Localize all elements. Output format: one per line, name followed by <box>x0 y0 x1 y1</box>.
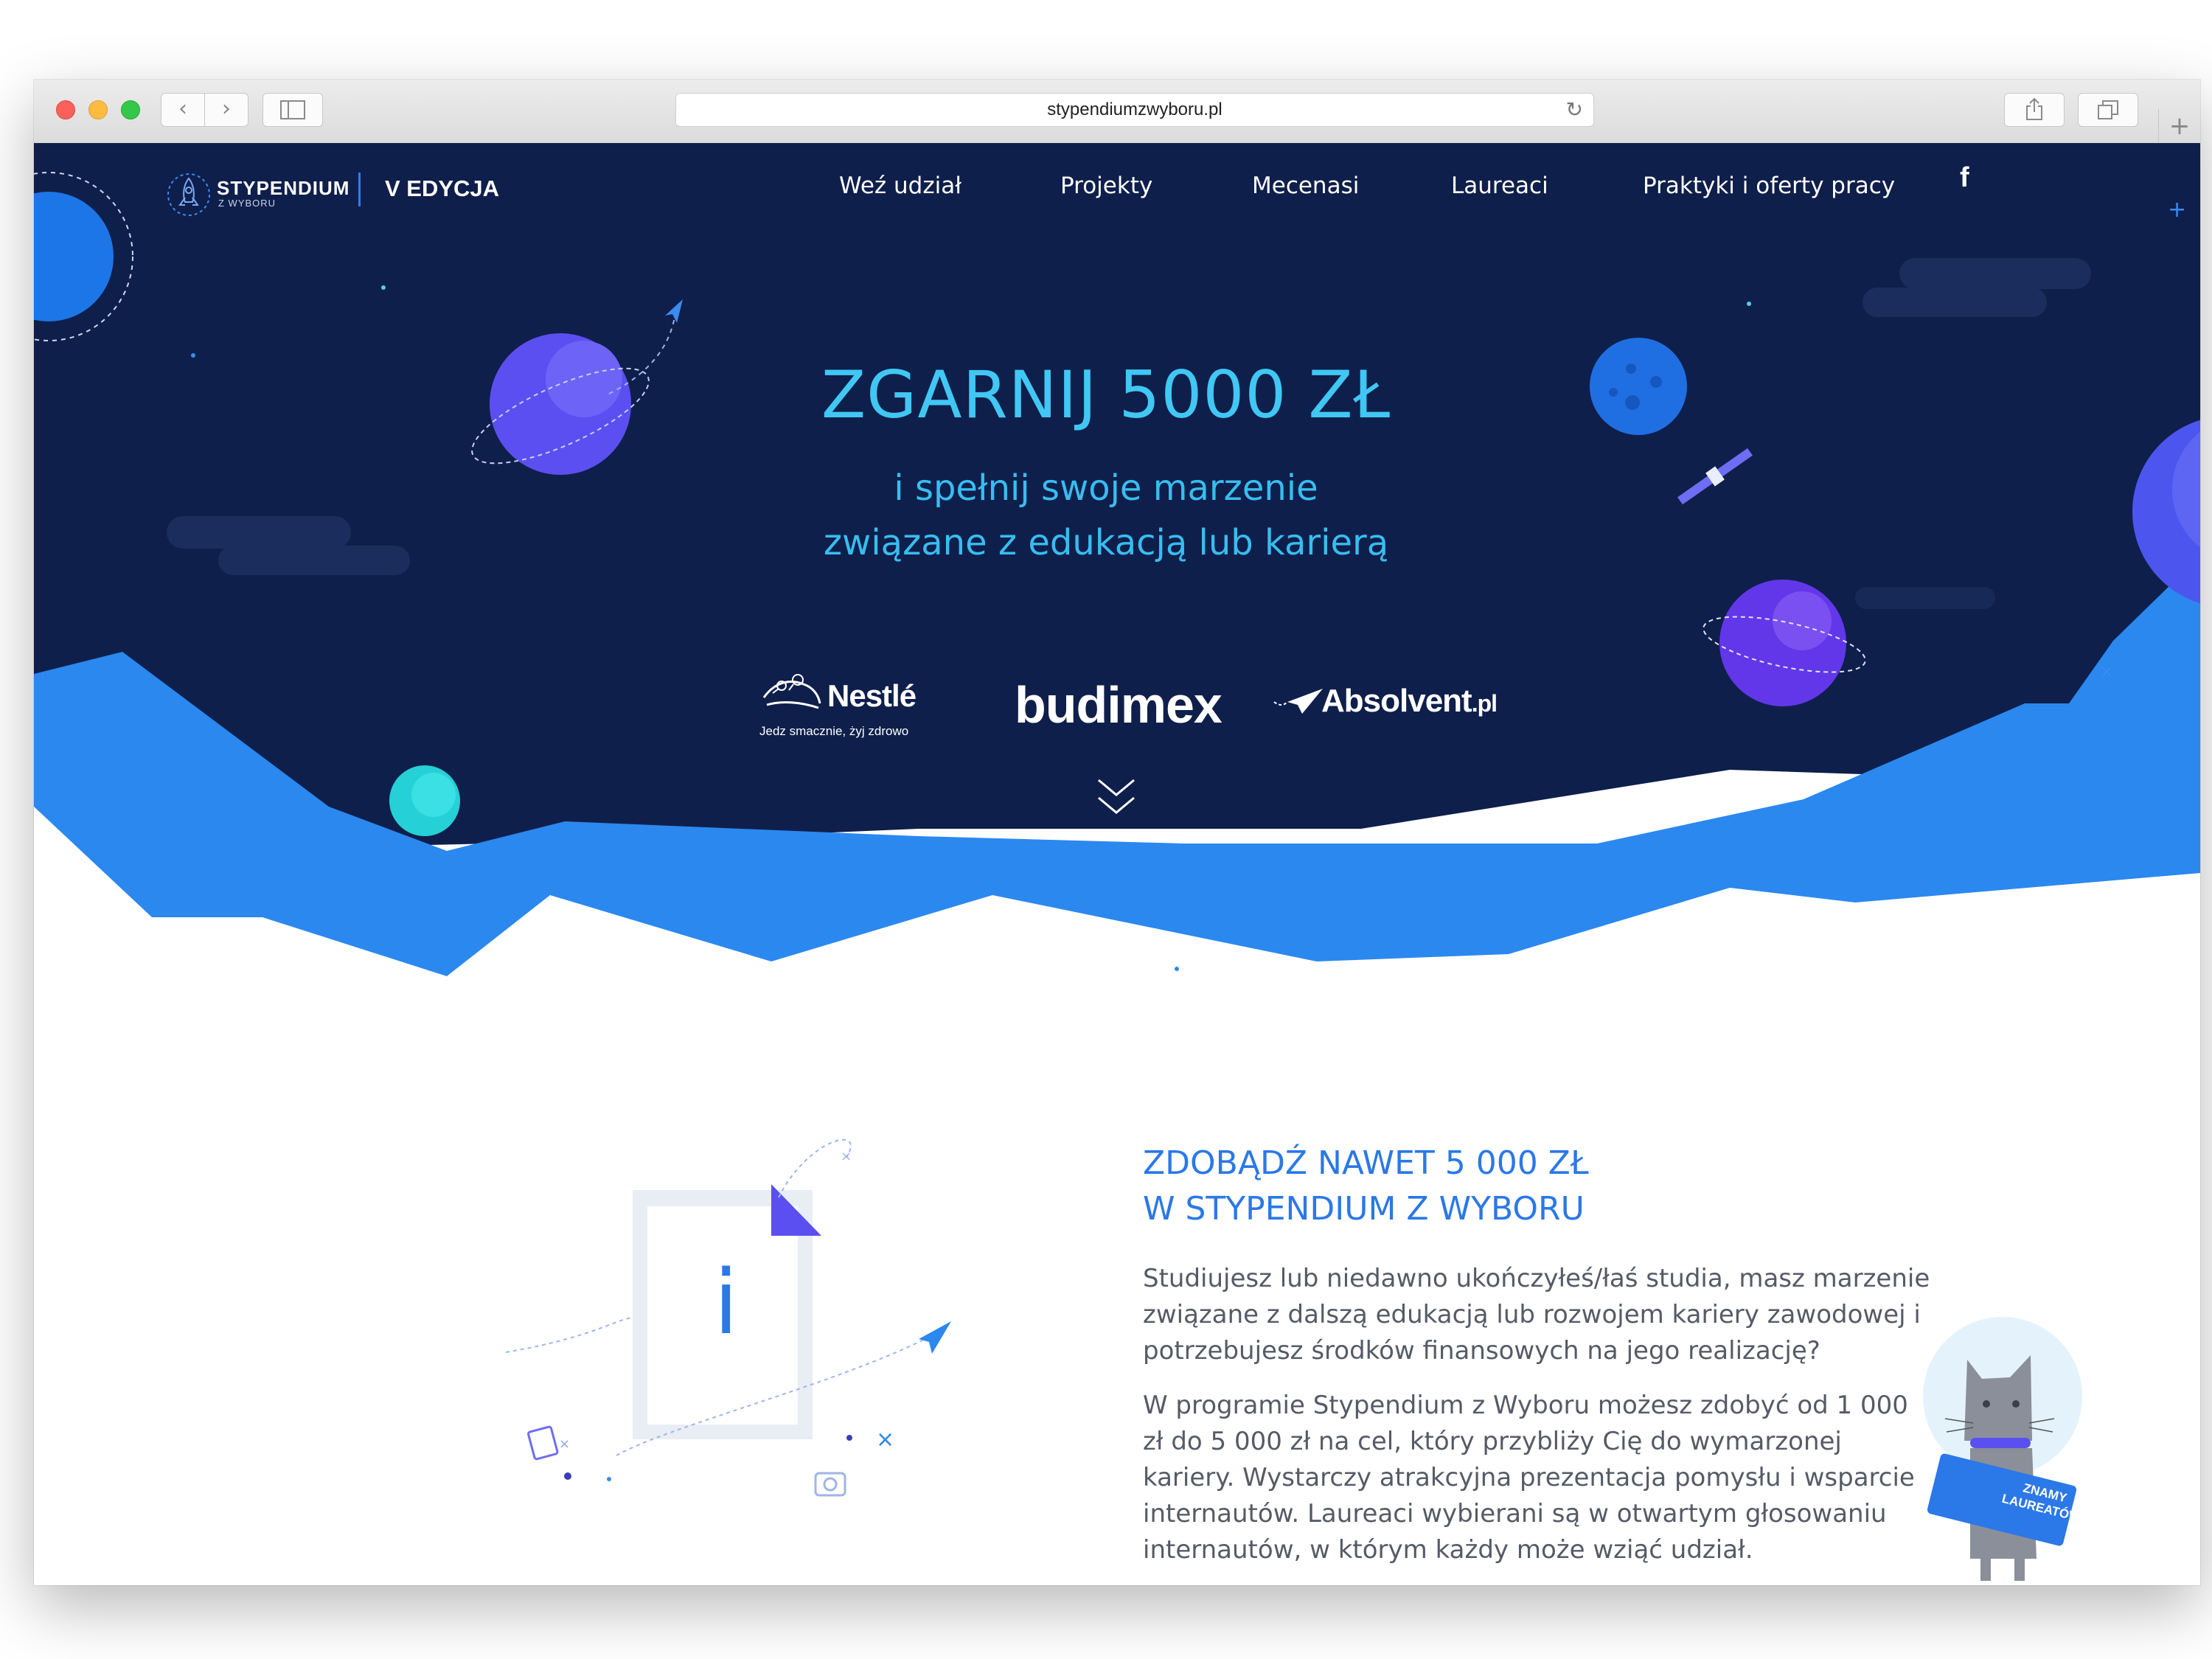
nav-item-laureaci[interactable]: Laureaci <box>1451 173 1548 199</box>
share-icon <box>2026 97 2042 120</box>
nav-item-projekty[interactable]: Projekty <box>1060 173 1152 199</box>
reload-icon[interactable]: ↻ <box>1566 94 1583 126</box>
orbit-trail-bottom <box>505 1317 633 1353</box>
sponsor-nestle[interactable]: Nestlé <box>827 678 917 714</box>
forward-button[interactable]: › <box>204 93 248 127</box>
logo-text[interactable]: STYPENDIUM <box>217 177 349 200</box>
absolvent-name: Absolvent <box>1321 683 1472 719</box>
cross-mark: × <box>841 1149 852 1164</box>
section-title-line-2: W STYPENDIUM Z WYBORU <box>1143 1190 1585 1228</box>
close-window-button[interactable] <box>56 100 75 119</box>
info-paragraph-2: W programie Stypendium z Wyboru możesz z… <box>1143 1391 1915 1565</box>
tab-overview-button[interactable] <box>2078 93 2138 127</box>
browser-window: ‹ › stypendiumzwyboru.pl ↻ + + × × × × S… <box>34 80 2200 1585</box>
share-button[interactable] <box>2004 93 2065 127</box>
web-page: + × × × × STYPENDIUM Z WYBORU V EDYCJA W… <box>34 143 2200 1585</box>
sponsor-absolvent[interactable]: Absolvent.pl <box>1321 683 1498 720</box>
chevron-left-icon: ‹ <box>178 96 187 122</box>
nav-item-praktyki[interactable]: Praktyki i oferty pracy <box>1643 173 1895 199</box>
notebook-icon <box>527 1425 559 1461</box>
nestle-tagline: Jedz smacznie, żyj zdrowo <box>759 724 909 738</box>
info-paragraph-1: Studiujesz lub niedawno ukończyłeś/łaś s… <box>1143 1264 1930 1366</box>
cloud-right <box>1899 258 2091 289</box>
cross-mark: × <box>876 1427 894 1453</box>
hero-subline-2: związane z edukacją lub karierą <box>823 522 1389 563</box>
hero-headline: ZGARNIJ 5000 ZŁ <box>821 357 1391 433</box>
cross-mark: × <box>559 1436 570 1452</box>
nestle-nest-icon <box>762 674 821 709</box>
dot <box>607 1477 611 1481</box>
info-letter-icon: i <box>714 1252 739 1354</box>
browser-toolbar: ‹ › stypendiumzwyboru.pl ↻ + <box>34 80 2200 144</box>
camera-icon <box>814 1472 846 1497</box>
sidebar-toggle-button[interactable] <box>262 93 323 127</box>
new-tab-button[interactable]: + <box>2158 109 2200 143</box>
dot <box>846 1435 852 1441</box>
chevron-right-icon: › <box>222 96 231 122</box>
logo-subtext: Z WYBORU <box>218 198 276 209</box>
dot <box>564 1472 571 1480</box>
section-title-line-1: ZDOBĄDŹ NAWET 5 000 ZŁ <box>1143 1144 1589 1182</box>
rocket-logo-icon <box>167 173 210 216</box>
logo-divider <box>358 173 361 206</box>
url-text: stypendiumzwyboru.pl <box>1047 100 1222 119</box>
zoom-window-button[interactable] <box>121 100 140 119</box>
plus-icon: + <box>2168 111 2191 141</box>
cloud-right-small <box>1855 587 1995 609</box>
sidebar-icon <box>280 100 305 119</box>
back-button[interactable]: ‹ <box>161 93 205 127</box>
sponsor-budimex[interactable]: budimex <box>1015 675 1222 734</box>
scroll-down-chevron-icon[interactable] <box>1096 776 1137 820</box>
tabs-icon <box>2098 100 2118 119</box>
absolvent-suffix: .pl <box>1471 690 1498 717</box>
hero-subline-1: i spełnij swoje marzenie <box>894 467 1318 509</box>
star <box>1747 302 1751 306</box>
star <box>1175 967 1179 971</box>
star-cross: + <box>2168 197 2186 223</box>
star <box>381 285 386 290</box>
minimize-window-button[interactable] <box>88 100 108 119</box>
nav-item-mecenasi[interactable]: Mecenasi <box>1252 173 1359 199</box>
absolvent-plane-icon <box>1273 689 1323 714</box>
camera-lens <box>823 1477 838 1492</box>
teal-planet-highlight <box>411 773 456 817</box>
cat-astronaut-mascot[interactable] <box>1899 1315 2150 1585</box>
edition-label: V EDYCJA <box>385 175 500 201</box>
nav-item-wez-udzial[interactable]: Weź udział <box>839 173 961 199</box>
address-bar[interactable]: stypendiumzwyboru.pl ↻ <box>675 93 1594 127</box>
facebook-icon[interactable]: f <box>1960 162 1969 194</box>
cloud-right-lower <box>1863 288 2047 317</box>
paper-plane-info <box>919 1321 951 1354</box>
star-cross: × <box>2100 663 2113 681</box>
